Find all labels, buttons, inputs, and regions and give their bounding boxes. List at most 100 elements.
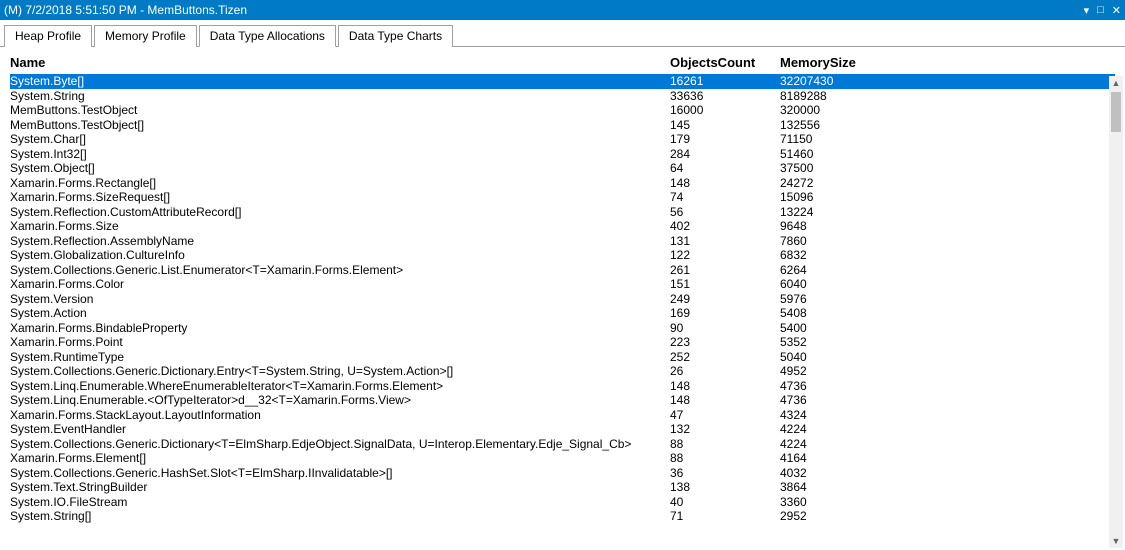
table-row[interactable]: System.Globalization.CultureInfo1226832 bbox=[10, 248, 1115, 263]
cell-size: 4032 bbox=[780, 466, 890, 481]
cell-size: 4224 bbox=[780, 437, 890, 452]
table-body: System.Byte[]1626132207430System.String3… bbox=[0, 74, 1125, 550]
cell-count: 132 bbox=[670, 422, 780, 437]
tab-heap-profile[interactable]: Heap Profile bbox=[4, 25, 92, 47]
column-header-name[interactable]: Name bbox=[10, 55, 670, 70]
cell-name: Xamarin.Forms.SizeRequest[] bbox=[10, 190, 670, 205]
cell-name: System.IO.FileStream bbox=[10, 495, 670, 510]
cell-size: 6832 bbox=[780, 248, 890, 263]
close-icon[interactable]: ✕ bbox=[1112, 4, 1121, 17]
cell-count: 261 bbox=[670, 263, 780, 278]
cell-name: System.Linq.Enumerable.<OfTypeIterator>d… bbox=[10, 393, 670, 408]
cell-name: MemButtons.TestObject bbox=[10, 103, 670, 118]
cell-name: System.Collections.Generic.List.Enumerat… bbox=[10, 263, 670, 278]
table-row[interactable]: System.Action1695408 bbox=[10, 306, 1115, 321]
table-row[interactable]: System.EventHandler1324224 bbox=[10, 422, 1115, 437]
table-row[interactable]: System.Linq.Enumerable.WhereEnumerableIt… bbox=[10, 379, 1115, 394]
table-row[interactable]: MemButtons.TestObject16000320000 bbox=[10, 103, 1115, 118]
table-row[interactable]: System.Reflection.AssemblyName1317860 bbox=[10, 234, 1115, 249]
scroll-up-icon[interactable]: ▲ bbox=[1109, 76, 1123, 90]
cell-count: 284 bbox=[670, 147, 780, 162]
tab-memory-profile[interactable]: Memory Profile bbox=[94, 25, 197, 47]
table-row[interactable]: Xamarin.Forms.StackLayout.LayoutInformat… bbox=[10, 408, 1115, 423]
cell-count: 90 bbox=[670, 321, 780, 336]
table-header: Name ObjectsCount MemorySize bbox=[0, 47, 1125, 74]
column-header-size[interactable]: MemorySize bbox=[780, 55, 890, 70]
scrollbar-thumb[interactable] bbox=[1111, 92, 1121, 132]
cell-count: 179 bbox=[670, 132, 780, 147]
table-row[interactable]: System.Collections.Generic.HashSet.Slot<… bbox=[10, 466, 1115, 481]
table-row[interactable]: Xamarin.Forms.SizeRequest[]7415096 bbox=[10, 190, 1115, 205]
tab-data-type-allocations[interactable]: Data Type Allocations bbox=[199, 25, 336, 47]
table-row[interactable]: Xamarin.Forms.Rectangle[]14824272 bbox=[10, 176, 1115, 191]
cell-size: 132556 bbox=[780, 118, 890, 133]
cell-count: 71 bbox=[670, 509, 780, 524]
dropdown-icon[interactable]: ▾ bbox=[1084, 4, 1090, 17]
table-row[interactable]: Xamarin.Forms.BindableProperty905400 bbox=[10, 321, 1115, 336]
cell-name: System.Reflection.CustomAttributeRecord[… bbox=[10, 205, 670, 220]
table-row[interactable]: System.Collections.Generic.List.Enumerat… bbox=[10, 263, 1115, 278]
table-row[interactable]: System.String336368189288 bbox=[10, 89, 1115, 104]
cell-size: 4952 bbox=[780, 364, 890, 379]
table-row[interactable]: Xamarin.Forms.Color1516040 bbox=[10, 277, 1115, 292]
tab-bar: Heap ProfileMemory ProfileData Type Allo… bbox=[0, 20, 1125, 47]
table-row[interactable]: System.Linq.Enumerable.<OfTypeIterator>d… bbox=[10, 393, 1115, 408]
cell-count: 56 bbox=[670, 205, 780, 220]
cell-count: 138 bbox=[670, 480, 780, 495]
cell-name: System.Action bbox=[10, 306, 670, 321]
table-row[interactable]: System.Object[]6437500 bbox=[10, 161, 1115, 176]
cell-count: 16000 bbox=[670, 103, 780, 118]
cell-count: 26 bbox=[670, 364, 780, 379]
cell-size: 32207430 bbox=[780, 74, 890, 89]
cell-size: 3864 bbox=[780, 480, 890, 495]
table-row[interactable]: System.RuntimeType2525040 bbox=[10, 350, 1115, 365]
column-header-count[interactable]: ObjectsCount bbox=[670, 55, 780, 70]
cell-size: 4164 bbox=[780, 451, 890, 466]
cell-name: System.String bbox=[10, 89, 670, 104]
table-row[interactable]: System.String[]712952 bbox=[10, 509, 1115, 524]
table-row[interactable]: System.Char[]17971150 bbox=[10, 132, 1115, 147]
cell-size: 5408 bbox=[780, 306, 890, 321]
cell-size: 15096 bbox=[780, 190, 890, 205]
title-bar: (M) 7/2/2018 5:51:50 PM - MemButtons.Tiz… bbox=[0, 0, 1125, 20]
cell-size: 7860 bbox=[780, 234, 890, 249]
cell-name: System.Object[] bbox=[10, 161, 670, 176]
cell-count: 64 bbox=[670, 161, 780, 176]
table-row[interactable]: Xamarin.Forms.Point2235352 bbox=[10, 335, 1115, 350]
tab-data-type-charts[interactable]: Data Type Charts bbox=[338, 25, 453, 47]
scroll-down-icon[interactable]: ▼ bbox=[1109, 534, 1123, 548]
cell-name: Xamarin.Forms.Rectangle[] bbox=[10, 176, 670, 191]
cell-size: 3360 bbox=[780, 495, 890, 510]
table-row[interactable]: Xamarin.Forms.Size4029648 bbox=[10, 219, 1115, 234]
content-area: Name ObjectsCount MemorySize System.Byte… bbox=[0, 47, 1125, 550]
cell-size: 4736 bbox=[780, 393, 890, 408]
cell-count: 252 bbox=[670, 350, 780, 365]
table-row[interactable]: System.Reflection.CustomAttributeRecord[… bbox=[10, 205, 1115, 220]
table-row[interactable]: System.IO.FileStream403360 bbox=[10, 495, 1115, 510]
table-row[interactable]: System.Int32[]28451460 bbox=[10, 147, 1115, 162]
table-row[interactable]: Xamarin.Forms.Element[]884164 bbox=[10, 451, 1115, 466]
cell-count: 36 bbox=[670, 466, 780, 481]
cell-name: System.EventHandler bbox=[10, 422, 670, 437]
vertical-scrollbar[interactable]: ▲ ▼ bbox=[1109, 76, 1123, 548]
cell-count: 88 bbox=[670, 437, 780, 452]
table-row[interactable]: System.Collections.Generic.Dictionary<T=… bbox=[10, 437, 1115, 452]
cell-size: 4736 bbox=[780, 379, 890, 394]
cell-size: 6264 bbox=[780, 263, 890, 278]
table-row[interactable]: System.Collections.Generic.Dictionary.En… bbox=[10, 364, 1115, 379]
cell-count: 47 bbox=[670, 408, 780, 423]
cell-size: 4224 bbox=[780, 422, 890, 437]
table-row[interactable]: System.Version2495976 bbox=[10, 292, 1115, 307]
table-row[interactable]: MemButtons.TestObject[]145132556 bbox=[10, 118, 1115, 133]
maximize-icon[interactable]: □ bbox=[1097, 4, 1104, 16]
cell-name: System.RuntimeType bbox=[10, 350, 670, 365]
cell-name: System.Collections.Generic.HashSet.Slot<… bbox=[10, 466, 670, 481]
cell-name: System.Text.StringBuilder bbox=[10, 480, 670, 495]
cell-name: Xamarin.Forms.Size bbox=[10, 219, 670, 234]
cell-name: System.Globalization.CultureInfo bbox=[10, 248, 670, 263]
table-row[interactable]: System.Text.StringBuilder1383864 bbox=[10, 480, 1115, 495]
cell-size: 320000 bbox=[780, 103, 890, 118]
cell-name: Xamarin.Forms.BindableProperty bbox=[10, 321, 670, 336]
table-row[interactable]: System.Byte[]1626132207430 bbox=[10, 74, 1115, 89]
cell-size: 71150 bbox=[780, 132, 890, 147]
